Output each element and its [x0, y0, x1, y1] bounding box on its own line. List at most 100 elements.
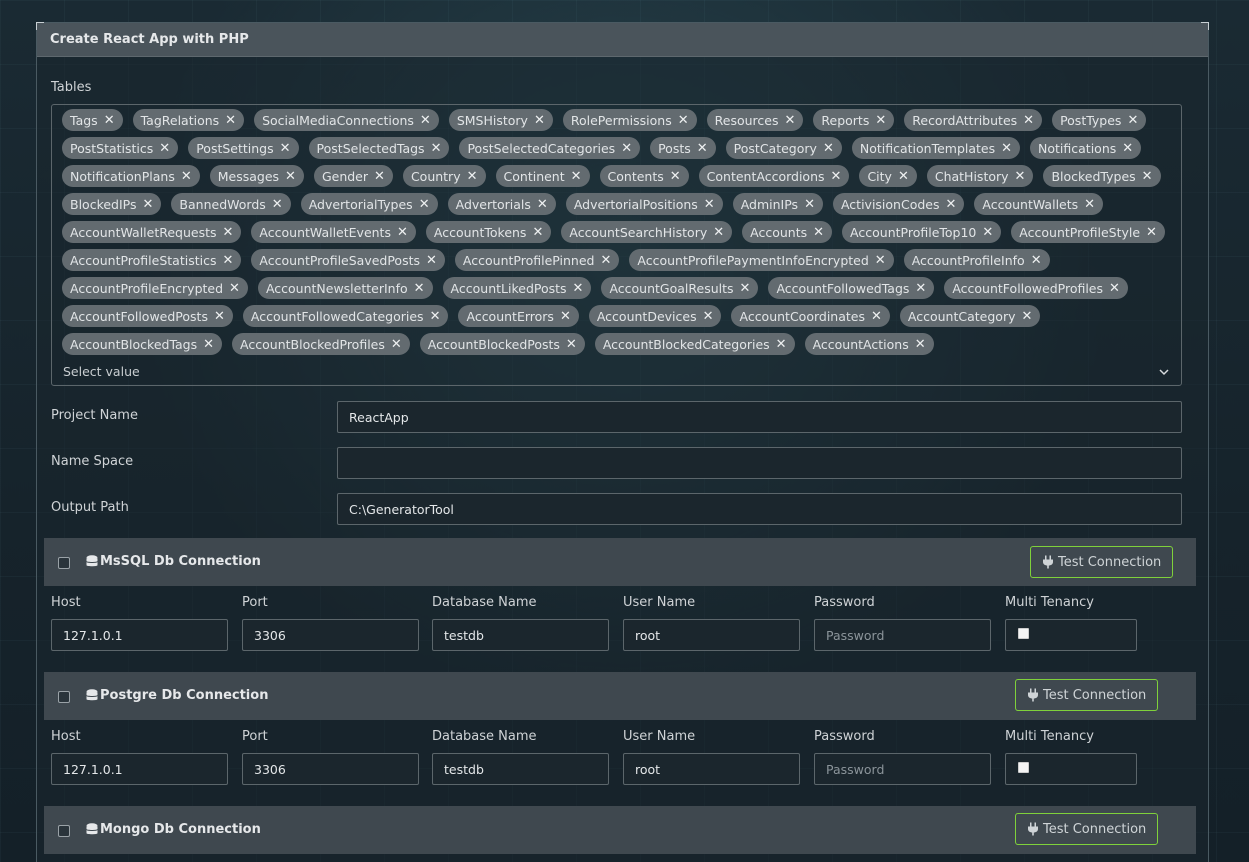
table-chip: AdvertorialPositions ✕: [565, 193, 723, 215]
close-icon[interactable]: ✕: [1142, 169, 1153, 184]
close-icon[interactable]: ✕: [670, 169, 681, 184]
close-icon[interactable]: ✕: [1122, 141, 1133, 156]
close-icon[interactable]: ✕: [420, 113, 431, 128]
close-icon[interactable]: ✕: [214, 309, 225, 324]
postgre-password-input[interactable]: [814, 753, 991, 785]
project-name-input[interactable]: [337, 401, 1182, 433]
close-icon[interactable]: ✕: [537, 197, 548, 212]
mongo-test-connection-button[interactable]: Test Connection: [1015, 813, 1159, 845]
mssql-port-input[interactable]: [242, 619, 419, 651]
close-icon[interactable]: ✕: [573, 281, 584, 296]
close-icon[interactable]: ✕: [678, 113, 689, 128]
table-chip: PostStatistics ✕: [62, 137, 179, 159]
close-icon[interactable]: ✕: [875, 253, 886, 268]
mssql-test-connection-button[interactable]: Test Connection: [1030, 546, 1174, 578]
mssql-host-input[interactable]: [51, 619, 228, 651]
postgre-enable-checkbox[interactable]: [58, 691, 70, 703]
close-icon[interactable]: ✕: [600, 253, 611, 268]
project-name-row: Project Name: [51, 401, 1182, 433]
close-icon[interactable]: ✕: [875, 113, 886, 128]
chevron-down-icon[interactable]: [1157, 365, 1171, 379]
table-chip-label: AccountDevices: [596, 308, 697, 324]
mongo-enable-checkbox[interactable]: [58, 825, 70, 837]
close-icon[interactable]: ✕: [285, 169, 296, 184]
close-icon[interactable]: ✕: [534, 113, 545, 128]
mssql-enable-checkbox[interactable]: [58, 557, 70, 569]
close-icon[interactable]: ✕: [560, 309, 571, 324]
close-icon[interactable]: ✕: [740, 281, 751, 296]
test-connection-label: Test Connection: [1043, 687, 1147, 703]
close-icon[interactable]: ✕: [104, 113, 115, 128]
mongo-title-text: Mongo Db Connection: [100, 822, 261, 837]
close-icon[interactable]: ✕: [414, 281, 425, 296]
close-icon[interactable]: ✕: [1031, 253, 1042, 268]
close-icon[interactable]: ✕: [1015, 169, 1026, 184]
close-icon[interactable]: ✕: [823, 141, 834, 156]
close-icon[interactable]: ✕: [391, 337, 402, 352]
postgre-user-input[interactable]: [623, 753, 800, 785]
close-icon[interactable]: ✕: [621, 141, 632, 156]
close-icon[interactable]: ✕: [1001, 141, 1012, 156]
close-icon[interactable]: ✕: [1084, 197, 1095, 212]
tables-multiselect[interactable]: Tags ✕ TagRelations ✕ SocialMediaConnections…: [51, 104, 1182, 386]
mssql-tenancy-field: Multi Tenancy: [1005, 595, 1137, 651]
close-icon[interactable]: ✕: [430, 309, 441, 324]
database-label: Database Name: [432, 595, 537, 610]
postgre-port-input[interactable]: [242, 753, 419, 785]
close-icon[interactable]: ✕: [1021, 309, 1032, 324]
close-icon[interactable]: ✕: [831, 169, 842, 184]
namespace-input[interactable]: [337, 447, 1182, 479]
mssql-multi-tenancy-checkbox[interactable]: [1018, 628, 1029, 639]
postgre-multi-tenancy-checkbox[interactable]: [1018, 762, 1029, 773]
close-icon[interactable]: ✕: [229, 281, 240, 296]
close-icon[interactable]: ✕: [704, 197, 715, 212]
close-icon[interactable]: ✕: [776, 337, 787, 352]
close-icon[interactable]: ✕: [143, 197, 154, 212]
table-chip-label: AccountProfileInfo: [911, 252, 1025, 268]
tables-select-placeholder[interactable]: Select value: [63, 364, 140, 379]
close-icon[interactable]: ✕: [566, 337, 577, 352]
close-icon[interactable]: ✕: [181, 169, 192, 184]
close-icon[interactable]: ✕: [1109, 281, 1120, 296]
close-icon[interactable]: ✕: [915, 337, 926, 352]
close-icon[interactable]: ✕: [804, 197, 815, 212]
close-icon[interactable]: ✕: [397, 225, 408, 240]
close-icon[interactable]: ✕: [813, 225, 824, 240]
table-chip: AccountActions ✕: [804, 333, 934, 355]
mssql-password-input[interactable]: [814, 619, 991, 651]
postgre-test-connection-button[interactable]: Test Connection: [1015, 679, 1159, 711]
mssql-database-input[interactable]: [432, 619, 609, 651]
close-icon[interactable]: ✕: [898, 169, 909, 184]
close-icon[interactable]: ✕: [1146, 225, 1157, 240]
close-icon[interactable]: ✕: [467, 169, 478, 184]
close-icon[interactable]: ✕: [713, 225, 724, 240]
close-icon[interactable]: ✕: [419, 197, 430, 212]
close-icon[interactable]: ✕: [871, 309, 882, 324]
table-chip-label: AccountProfileEncrypted: [70, 280, 224, 296]
close-icon[interactable]: ✕: [532, 225, 543, 240]
close-icon[interactable]: ✕: [1127, 113, 1138, 128]
close-icon[interactable]: ✕: [159, 141, 170, 156]
close-icon[interactable]: ✕: [272, 197, 283, 212]
close-icon[interactable]: ✕: [431, 141, 442, 156]
test-connection-label: Test Connection: [1058, 554, 1162, 570]
close-icon[interactable]: ✕: [571, 169, 582, 184]
close-icon[interactable]: ✕: [784, 113, 795, 128]
close-icon[interactable]: ✕: [203, 337, 214, 352]
close-icon[interactable]: ✕: [225, 113, 236, 128]
close-icon[interactable]: ✕: [374, 169, 385, 184]
postgre-host-input[interactable]: [51, 753, 228, 785]
close-icon[interactable]: ✕: [703, 309, 714, 324]
close-icon[interactable]: ✕: [222, 253, 233, 268]
mssql-user-input[interactable]: [623, 619, 800, 651]
close-icon[interactable]: ✕: [915, 281, 926, 296]
postgre-database-input[interactable]: [432, 753, 609, 785]
close-icon[interactable]: ✕: [697, 141, 708, 156]
close-icon[interactable]: ✕: [982, 225, 993, 240]
close-icon[interactable]: ✕: [946, 197, 957, 212]
close-icon[interactable]: ✕: [223, 225, 234, 240]
close-icon[interactable]: ✕: [1023, 113, 1034, 128]
close-icon[interactable]: ✕: [426, 253, 437, 268]
output-path-input[interactable]: [337, 493, 1182, 525]
close-icon[interactable]: ✕: [280, 141, 291, 156]
